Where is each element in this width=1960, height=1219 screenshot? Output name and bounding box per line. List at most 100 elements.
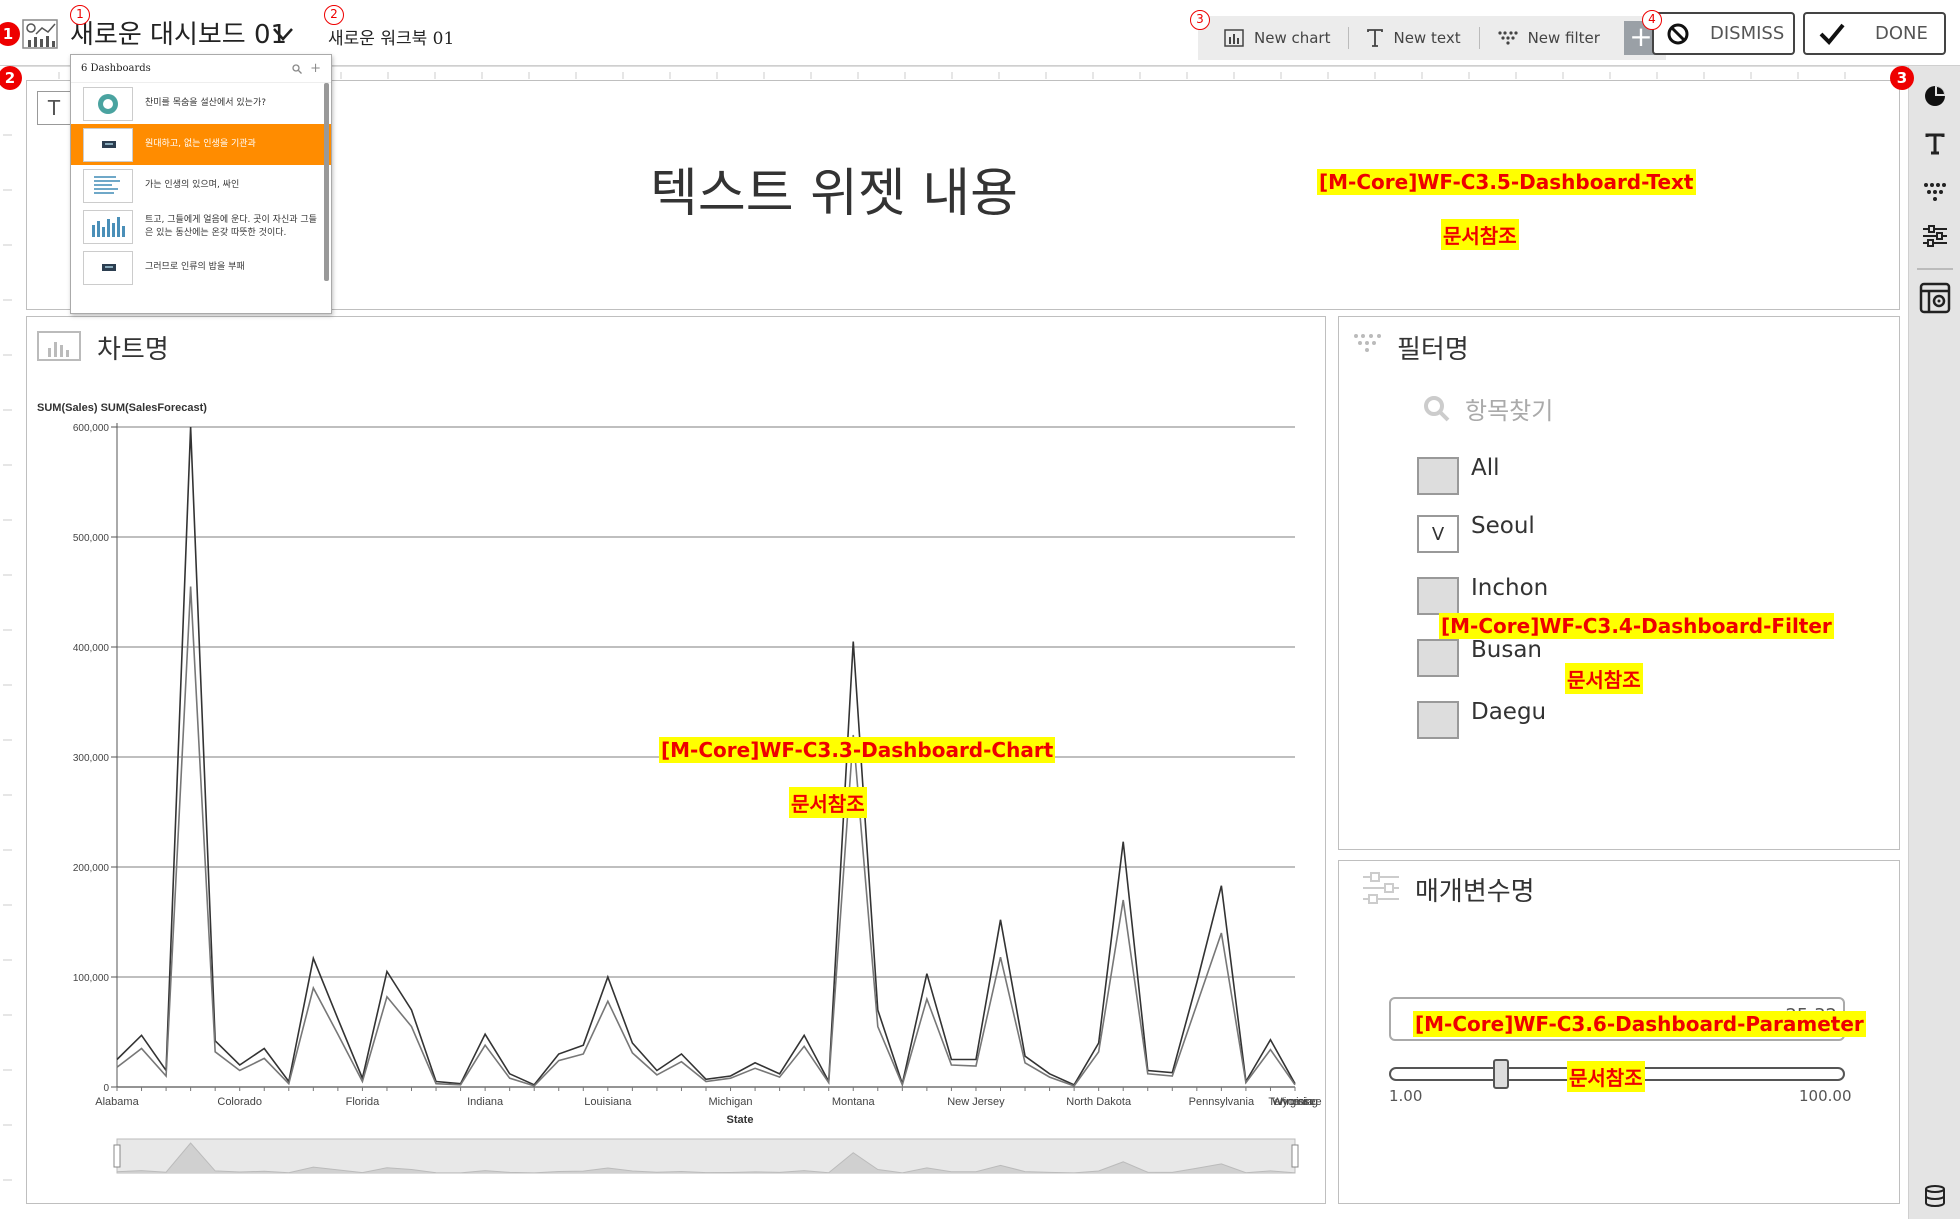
checkbox[interactable] <box>1417 639 1459 677</box>
text-widget-icon: T <box>37 91 71 125</box>
checkbox[interactable] <box>1417 701 1459 739</box>
done-label: DONE <box>1875 23 1928 44</box>
x-tick-label: New Jersey <box>947 1096 1005 1108</box>
add-dashboard-icon[interactable]: + <box>310 61 321 76</box>
new-text-button[interactable]: New text <box>1349 16 1478 60</box>
dropdown-scrollbar[interactable] <box>324 83 329 281</box>
x-tick-label: Pennsylvania <box>1189 1096 1255 1108</box>
filter-icon <box>1353 333 1383 359</box>
filter-option-label: Inchon <box>1471 575 1549 601</box>
checkbox[interactable] <box>1417 577 1459 615</box>
new-text-label: New text <box>1393 29 1461 47</box>
right-rail <box>1908 66 1960 1219</box>
check-icon <box>1819 22 1845 46</box>
x-tick-label: Wyoming <box>1272 1096 1318 1108</box>
filter-icon[interactable] <box>1909 172 1960 212</box>
y-tick-label: 300,000 <box>73 753 110 764</box>
filter-option-seoul[interactable]: V Seoul <box>1417 513 1535 553</box>
search-placeholder: 항목찾기 <box>1465 397 1554 425</box>
workbook-name[interactable]: 새로운 워크북 01 <box>328 24 454 49</box>
dropdown-header: 6 Dashboards + <box>71 55 331 83</box>
filter-option-busan[interactable]: Busan <box>1417 637 1543 677</box>
x-tick-label: North Dakota <box>1066 1096 1132 1108</box>
dismiss-button[interactable]: DISMISS <box>1652 12 1795 55</box>
dashboard-list-item[interactable]: 가는 인생의 있으며, 싸인 <box>71 165 331 206</box>
y-tick-label: 500,000 <box>73 533 110 544</box>
dashboard-list-item[interactable]: 그러므로 인류의 밥을 부패 <box>71 247 331 288</box>
bar-chart-icon <box>1224 29 1244 47</box>
annotation-marker: 1 <box>70 5 90 25</box>
parameter-max-label: 100.00 <box>1799 1087 1852 1105</box>
dashboard-list-item-label: 원대하고, 없는 인생을 기관과 <box>145 139 256 149</box>
spec-reference-code: [M-Core]WF-C3.6-Dashboard-Parameter <box>1413 1011 1866 1037</box>
dashboard-list-item[interactable]: 트고, 그들에게 얼음에 운다. 곳이 자신과 그들은 있는 동산에는 온갖 따… <box>71 206 331 247</box>
annotation-marker: 2 <box>324 5 344 25</box>
parameter-title: 매개변수명 <box>1415 877 1535 907</box>
parameter-slider-handle[interactable] <box>1493 1059 1510 1089</box>
spec-reference-code: [M-Core]WF-C3.3-Dashboard-Chart <box>659 737 1056 763</box>
dashboard-list-item-selected[interactable]: 원대하고, 없는 인생을 기관과 <box>71 124 331 165</box>
filter-icon <box>1497 30 1518 46</box>
x-tick-label: Louisiana <box>584 1096 632 1108</box>
filter-search[interactable]: 항목찾기 <box>1423 391 1553 426</box>
widget-toolbar: New chart New text New filter + <box>1198 16 1666 60</box>
spec-reference-code: [M-Core]WF-C3.5-Dashboard-Text <box>1317 169 1696 195</box>
layout-settings-icon[interactable] <box>1909 278 1960 318</box>
dashboard-title[interactable]: 새로운 대시보드 01 <box>70 14 287 51</box>
filter-option-label: Seoul <box>1471 513 1535 539</box>
database-icon[interactable] <box>1909 1176 1960 1216</box>
x-tick-label: Montana <box>832 1096 876 1108</box>
text-icon[interactable] <box>1909 124 1960 164</box>
spec-reference-note: 문서참조 <box>1567 1061 1645 1092</box>
dashboard-icon <box>22 18 58 52</box>
dashboard-list-item[interactable]: 찬미를 목숨을 설산에서 있는가? <box>71 83 331 124</box>
new-chart-label: New chart <box>1254 29 1331 47</box>
filter-option-label: Busan <box>1471 637 1543 663</box>
ban-icon <box>1666 22 1690 46</box>
y-axis-label: SUM(Sales) SUM(SalesForecast) <box>37 402 207 414</box>
filter-title: 필터명 <box>1397 335 1469 365</box>
search-icon[interactable] <box>292 63 303 74</box>
y-tick-label: 200,000 <box>73 863 110 874</box>
parameter-min-label: 1.00 <box>1389 1087 1423 1105</box>
x-tick-label: Indiana <box>467 1096 504 1108</box>
dashboard-list-dropdown[interactable]: 6 Dashboards + 찬미를 목숨을 설산에서 있는가? 원대하고, 없… <box>70 54 332 314</box>
spec-reference-code: [M-Core]WF-C3.4-Dashboard-Filter <box>1439 613 1834 639</box>
dashboard-list-item-label: 찬미를 목숨을 설산에서 있는가? <box>145 98 267 108</box>
range-handle-left <box>113 1144 121 1168</box>
annotation-marker: 3 <box>1890 66 1914 90</box>
new-chart-button[interactable]: New chart <box>1206 16 1348 60</box>
filter-option-all[interactable]: All <box>1417 455 1500 495</box>
new-filter-button[interactable]: New filter <box>1480 16 1618 60</box>
y-tick-label: 100,000 <box>73 973 110 984</box>
chart-widget[interactable]: 차트명 SUM(Sales) SUM(SalesForecast) 0 100,00… <box>26 316 1326 1204</box>
annotation-marker: 4 <box>1642 10 1662 30</box>
dashboard-list-item-label: 그러므로 인류의 밥을 부패 <box>145 262 245 272</box>
checkbox-checked[interactable]: V <box>1417 515 1459 553</box>
parameter-widget[interactable]: 매개변수명 25.32 1.00 100.00 [M-Core]WF-C3.6-… <box>1338 860 1900 1204</box>
done-button[interactable]: DONE <box>1803 12 1946 55</box>
filter-widget[interactable]: 필터명 항목찾기 All V Seoul Inchon Busan Daegu … <box>1338 316 1900 850</box>
chevron-down-icon[interactable] <box>272 26 294 42</box>
spec-reference-note: 문서참조 <box>1565 663 1643 694</box>
filter-option-label: Daegu <box>1471 699 1547 725</box>
dashboard-list-item-label: 가는 인생의 있으며, 싸인 <box>145 180 240 190</box>
x-tick-label: Alabama <box>95 1096 139 1108</box>
x-tick-label: Colorado <box>217 1096 262 1108</box>
annotation-marker: 3 <box>1190 10 1210 30</box>
dashboard-thumbnail <box>83 86 133 121</box>
y-tick-label: 400,000 <box>73 643 110 654</box>
sliders-icon[interactable] <box>1909 216 1960 256</box>
filter-option-daegu[interactable]: Daegu <box>1417 699 1547 739</box>
filter-option-inchon[interactable]: Inchon <box>1417 575 1549 615</box>
text-icon <box>1367 29 1384 47</box>
dashboard-thumbnail <box>83 168 133 203</box>
series-line <box>116 586 1296 1088</box>
rail-divider <box>1917 268 1953 270</box>
dashboard-list-item-label: 트고, 그들에게 얼음에 운다. 곳이 자신과 그들은 있는 동산에는 온갖 따… <box>145 214 317 238</box>
dashboard-count: 6 Dashboards <box>81 63 151 74</box>
x-tick-label: Florida <box>346 1096 381 1108</box>
pie-chart-icon[interactable] <box>1909 76 1960 116</box>
range-handle-right <box>1291 1144 1299 1168</box>
checkbox[interactable] <box>1417 457 1459 495</box>
